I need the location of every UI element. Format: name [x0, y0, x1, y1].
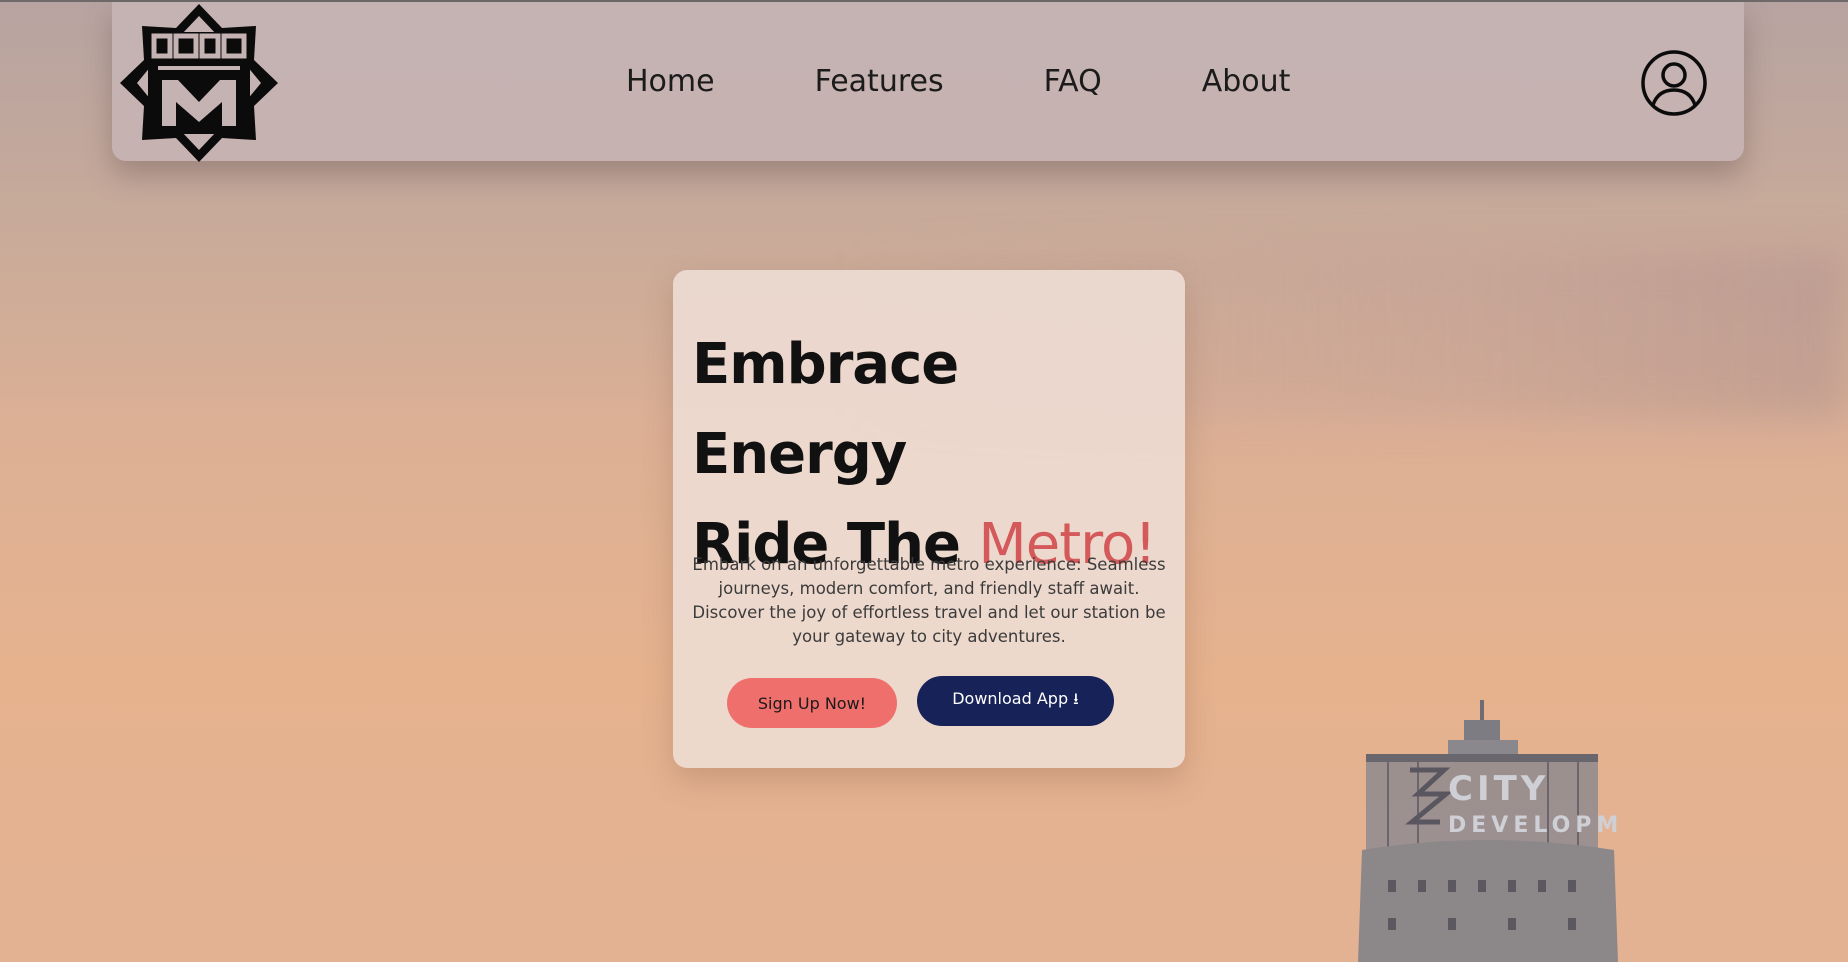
nav-faq-link[interactable]: FAQ: [1044, 64, 1102, 104]
nav-features-link[interactable]: Features: [815, 64, 944, 104]
user-profile-icon[interactable]: [1640, 49, 1708, 117]
hero-headline: Embrace Energy Ride The Metro!: [692, 320, 1172, 590]
hero-description: Embark on an unforgettable metro experie…: [692, 554, 1166, 646]
metro-logo-icon[interactable]: [118, 2, 280, 164]
tower-sign-development: DEVELOPM: [1448, 813, 1623, 838]
nav-home-link[interactable]: Home: [626, 64, 715, 104]
headline-line-1: Embrace: [692, 331, 959, 397]
navbar: Home Features FAQ About: [112, 2, 1744, 164]
download-app-button[interactable]: Download App ⭳: [917, 676, 1114, 726]
nav-about-link[interactable]: About: [1202, 64, 1291, 104]
headline-line-2: Energy: [692, 421, 907, 487]
sign-up-button[interactable]: Sign Up Now!: [727, 678, 897, 728]
nav-links: Home Features FAQ About: [626, 64, 1290, 104]
hero-card: Embrace Energy Ride The Metro! Embark on…: [673, 270, 1185, 768]
city-tower-image: CITY DEVELOPM: [1358, 700, 1623, 962]
tower-sign-city: CITY: [1448, 769, 1549, 809]
